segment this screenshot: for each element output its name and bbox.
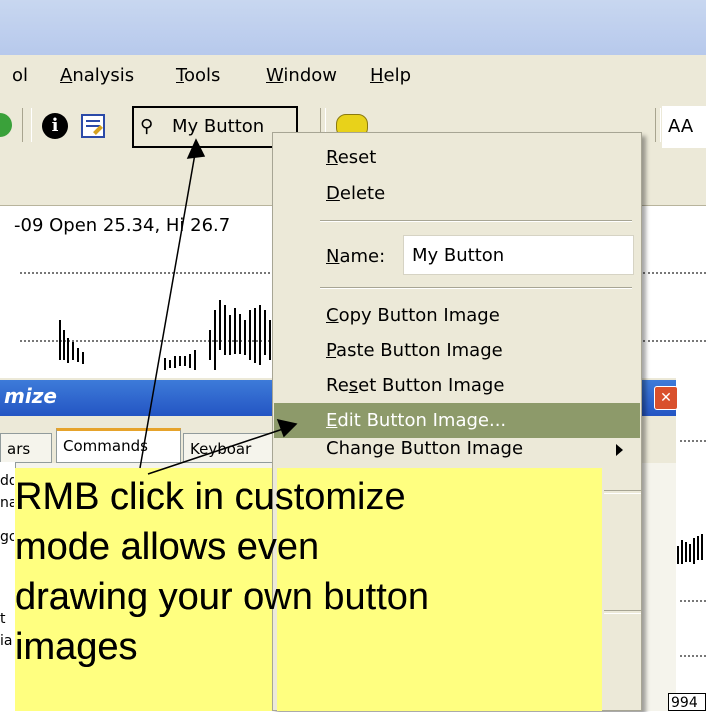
annotation-arrows [139, 138, 298, 475]
